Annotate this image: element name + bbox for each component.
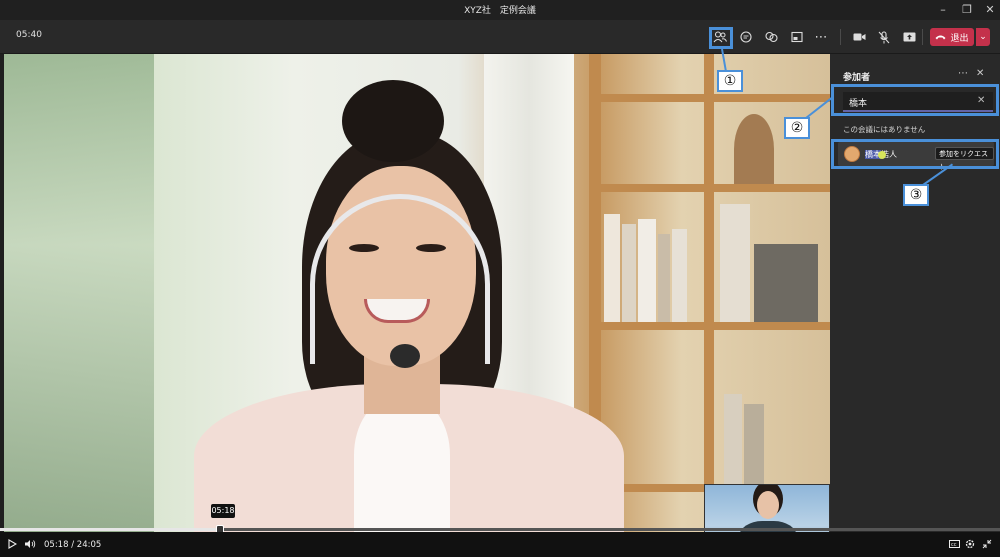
caption-icon[interactable]: cc [949, 540, 960, 548]
total-time: 24:05 [76, 540, 102, 550]
svg-text:cc: cc [951, 542, 957, 548]
progress-fill [0, 528, 220, 531]
callout-number: ① [717, 70, 743, 92]
current-time: 05:18 [44, 540, 69, 550]
window-background [4, 54, 154, 532]
book [622, 224, 636, 322]
title-bar: XYZ社 定例会議 – ❐ ✕ [0, 0, 1000, 20]
share-screen-icon [903, 32, 915, 41]
panel-title: 参加者 [843, 73, 871, 83]
callout-highlight-participant [831, 139, 999, 169]
camera-button[interactable] [850, 28, 868, 46]
panel-more-icon[interactable]: ⋯ [958, 68, 968, 79]
main-video [4, 54, 830, 532]
playback-time: 05:18 / 24:05 [44, 540, 101, 550]
book [638, 219, 656, 322]
toolbar-divider [840, 29, 841, 45]
volume-icon[interactable] [24, 539, 36, 549]
meeting-timer: 05:40 [16, 30, 42, 40]
close-icon[interactable]: ✕ [983, 3, 997, 16]
reactions-button[interactable] [762, 28, 780, 46]
play-icon[interactable] [8, 539, 17, 549]
headset-mic [390, 344, 420, 368]
more-button[interactable]: ⋯ [812, 28, 830, 46]
chat-icon [740, 31, 752, 43]
leave-options-button[interactable]: ⌄ [976, 28, 990, 46]
callout-number: ③ [903, 184, 929, 206]
camera-icon [853, 33, 865, 41]
scrub-tooltip: 05:18 [211, 504, 235, 518]
section-label: この会議にはありません [843, 125, 926, 134]
picture-frame [754, 244, 818, 322]
chat-button[interactable] [737, 28, 755, 46]
book [744, 404, 764, 484]
hang-up-icon [935, 35, 946, 40]
reactions-icon [764, 31, 778, 43]
self-view-face [757, 491, 779, 519]
chevron-down-icon: ⌄ [979, 32, 987, 42]
leave-label: 退出 [950, 33, 969, 44]
minimize-icon[interactable]: – [936, 3, 950, 16]
restore-icon[interactable]: ❐ [960, 3, 974, 16]
callout-highlight-search [831, 84, 999, 116]
more-icon: ⋯ [814, 29, 828, 45]
participants-panel: 参加者 ⋯ ✕ 橋本 ✕ この会議にはありません 橋本浩人 参加をリクエスト [830, 54, 1000, 532]
callout-number: ② [784, 117, 810, 139]
time-separator: / [71, 540, 75, 550]
fullscreen-icon[interactable] [982, 539, 992, 549]
mic-button[interactable] [875, 28, 893, 46]
book [720, 204, 750, 322]
meeting-toolbar: 05:40 ⋯ 退出 ⌄ [0, 20, 1000, 54]
book [658, 234, 670, 322]
leave-button[interactable]: 退出 [930, 28, 974, 46]
share-screen-button[interactable] [900, 28, 918, 46]
panel-close-icon[interactable]: ✕ [976, 68, 984, 79]
callout-highlight-participants [709, 27, 733, 49]
window-title: XYZ社 定例会議 [464, 6, 536, 16]
share-tray-button[interactable] [788, 28, 806, 46]
bookshelf-board [589, 94, 830, 102]
person-inner-shirt [354, 399, 450, 532]
book [672, 229, 687, 322]
mic-muted-icon [878, 30, 890, 43]
settings-icon[interactable] [965, 539, 975, 549]
playback-bar [0, 532, 1000, 557]
toolbar-divider [922, 29, 923, 45]
share-tray-icon [791, 31, 803, 43]
headset [310, 194, 490, 364]
bookshelf-board [589, 322, 830, 330]
book [604, 214, 620, 322]
person-hair-bun [342, 80, 444, 162]
book [724, 394, 742, 484]
clock [734, 114, 774, 184]
bookshelf-board [589, 184, 830, 192]
bookshelf-frame [704, 54, 714, 532]
